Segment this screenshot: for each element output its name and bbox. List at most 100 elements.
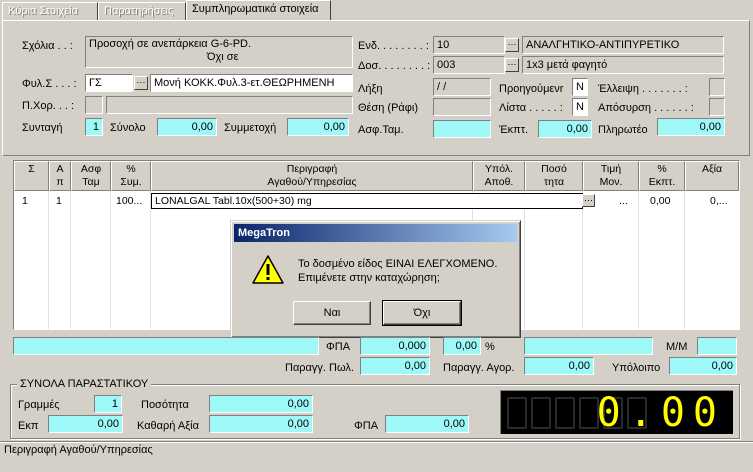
fyl-label: Φυλ.Σ . . . : — [22, 78, 77, 90]
kathari-label: Καθαρή Αξία — [137, 420, 199, 432]
grid-col-line — [14, 191, 49, 329]
dialog-message-line2: Επιμένετε στην καταχώρηση; — [298, 272, 440, 284]
lower-desc-field — [13, 337, 319, 355]
dos-lookup-button[interactable]: ⋯ — [505, 58, 519, 72]
asf-field — [433, 120, 491, 138]
lcd-blank-digit — [555, 397, 575, 429]
row-pct-sym: 100... — [116, 195, 143, 207]
grid-col-timi[interactable]: Τιμή Μον. — [583, 161, 639, 191]
lista-field[interactable]: N — [572, 98, 588, 116]
status-bar: Περιγραφή Αγαθού/Υπηρεσίας — [0, 441, 753, 459]
end-lookup-button[interactable]: ⋯ — [505, 38, 519, 52]
row-ekpt: 0,00 — [650, 195, 671, 207]
grid-col-line — [583, 191, 639, 329]
synolo-label: Σύνολο — [110, 122, 146, 134]
sxolia-label: Σχόλια . . : — [22, 40, 73, 52]
grid-col-ypol[interactable]: Υπόλ. Αποθ. — [473, 161, 525, 191]
ekp-label: Εκπ — [18, 420, 39, 432]
grid-col-ap[interactable]: Απ — [49, 161, 71, 191]
grid-col-line — [111, 191, 151, 329]
grid-col-line — [525, 191, 583, 329]
end-desc-field: ΑΝΑΛΓΗΤΙΚΟ-ΑΝΤΙΠΥΡΕΤΙΚΟ — [522, 36, 724, 54]
grid-col-axia[interactable]: Αξία — [685, 161, 739, 191]
lower-cyan-field — [524, 337, 653, 355]
elleipsi-field[interactable] — [709, 78, 725, 96]
pxor-label: Π.Χορ. . . : — [22, 100, 75, 112]
thesi-input[interactable] — [433, 98, 491, 116]
aposyrsi-field[interactable] — [709, 98, 725, 116]
grid-col-s[interactable]: Σ — [14, 161, 49, 191]
fyl-lookup-button[interactable]: ⋯ — [134, 76, 148, 90]
parag-pol-label: Παραγγ. Πωλ. — [285, 362, 354, 374]
grid-col-asf[interactable]: Ασφ Ταμ — [71, 161, 111, 191]
syntagi-input[interactable]: 1 — [85, 118, 103, 136]
row-ap: 1 — [56, 195, 62, 207]
row-desc-lookup-button[interactable]: ⋯ — [582, 194, 595, 207]
row-timi: ... — [619, 195, 628, 207]
dialog-message-line1: Το δοσμένο είδος ΕΙΝΑΙ ΕΛΕΓΧΟΜΕΝΟ. — [298, 258, 498, 270]
sxolia-field[interactable]: Προσοχή σε ανεπάρκεια G-6-PD. Όχι σε — [85, 36, 353, 68]
no-button[interactable]: Όχι — [382, 300, 462, 326]
row-axia: 0,... — [710, 195, 728, 207]
grid-col-desc[interactable]: Περιγραφή Αγαθού/Υπηρεσίας — [151, 161, 473, 191]
sxolia-line2: Όχι σε — [207, 51, 239, 63]
lista-label: Λίστα . . . . . : — [499, 102, 563, 114]
aposyrsi-label: Απόσυρση . . . . . . : — [598, 102, 694, 114]
grid-col-line — [71, 191, 111, 329]
pliroteo-field: 0,00 — [657, 118, 725, 136]
ekpt-label: Έκπτ. — [499, 124, 529, 136]
mm-field — [697, 337, 737, 355]
proig-label: Προηγούμενr — [499, 83, 564, 95]
ekpt-field: 0,00 — [538, 120, 592, 138]
ypoloipo-label: Υπόλοιπο — [612, 362, 661, 374]
grid-col-posotita[interactable]: Ποσό τητα — [525, 161, 583, 191]
sxolia-line1: Προσοχή σε ανεπάρκεια G-6-PD. — [89, 38, 252, 50]
fpa-pct-field: 0,00 — [443, 337, 481, 355]
thesi-label: Θέση (Ράφι) — [358, 102, 419, 114]
row-desc-editor[interactable]: LONALGAL Tabl.10x(500+30) mg — [151, 193, 583, 209]
ypoloipo-field: 0,00 — [669, 357, 737, 375]
lcd-blank-digit — [507, 397, 527, 429]
status-text: Περιγραφή Αγαθού/Υπηρεσίας — [4, 444, 153, 456]
dos-code-input[interactable]: 003 — [433, 56, 505, 74]
synolo-field: 0,00 — [157, 118, 217, 136]
dialog-title: MegaTron — [234, 224, 517, 242]
kathari-field: 0,00 — [209, 415, 313, 433]
lixi-input[interactable]: / / — [433, 78, 491, 96]
fyl-code-input[interactable]: ΓΣ — [85, 74, 133, 92]
parag-agor-label: Παραγγ. Αγορ. — [443, 362, 515, 374]
totals-fpa-field: 0,00 — [385, 415, 469, 433]
syntagi-label: Συνταγή — [22, 122, 63, 134]
tab-main[interactable]: Κύρια Στοιχεία — [2, 2, 98, 21]
ekp-field: 0,00 — [48, 415, 123, 433]
lixi-label: Λήξη — [358, 83, 383, 95]
pxor-desc-field — [106, 96, 353, 114]
lcd-blank-digit — [531, 397, 551, 429]
yes-button[interactable]: Ναι — [293, 301, 371, 325]
row-s: 1 — [22, 195, 28, 207]
tab-additional[interactable]: Συμπληρωματικά στοιχεία — [186, 0, 331, 21]
pct-sign: % — [485, 341, 495, 353]
grid-col-pct-sym[interactable]: % Συμ. — [111, 161, 151, 191]
posotita-label: Ποσότητα — [141, 399, 189, 411]
grid-col-line — [49, 191, 71, 329]
end-code-input[interactable]: 10 — [433, 36, 505, 54]
confirm-dialog: MegaTron Το δοσμένο είδος ΕΙΝΑΙ ΕΛΕΓΧΟΜΕ… — [230, 220, 521, 338]
pxor-code-input[interactable] — [85, 96, 103, 114]
symmetoxi-field: 0,00 — [287, 118, 349, 136]
tab-notes[interactable]: Παρατηρήσεις — [98, 2, 186, 21]
pliroteo-label: Πληρωτέο — [598, 124, 648, 136]
grammes-label: Γραμμές — [18, 399, 60, 411]
totals-fpa-label: ΦΠΑ — [354, 420, 379, 432]
proig-field[interactable]: N — [572, 78, 588, 96]
fpa-label: ΦΠΑ — [326, 341, 351, 353]
fyl-desc-field: Μονή ΚΟΚΚ.Φυλ.3-ετ.ΘΕΩΡΗΜΕΝΗ — [150, 74, 353, 92]
grid-col-line — [639, 191, 685, 329]
dos-desc-field: 1x3 μετά φαγητό — [522, 56, 724, 74]
elleipsi-label: Έλλειψη . . . . . . . : — [598, 83, 688, 95]
warning-icon — [252, 255, 284, 284]
grid-col-ekpt[interactable]: % Εκπτ. — [639, 161, 685, 191]
totals-title: ΣΥΝΟΛΑ ΠΑΡΑΣΤΑΤΙΚΟΥ — [17, 377, 152, 391]
parag-pol-field: 0,00 — [360, 357, 430, 375]
symmetoxi-label: Συμμετοχή — [224, 122, 277, 134]
